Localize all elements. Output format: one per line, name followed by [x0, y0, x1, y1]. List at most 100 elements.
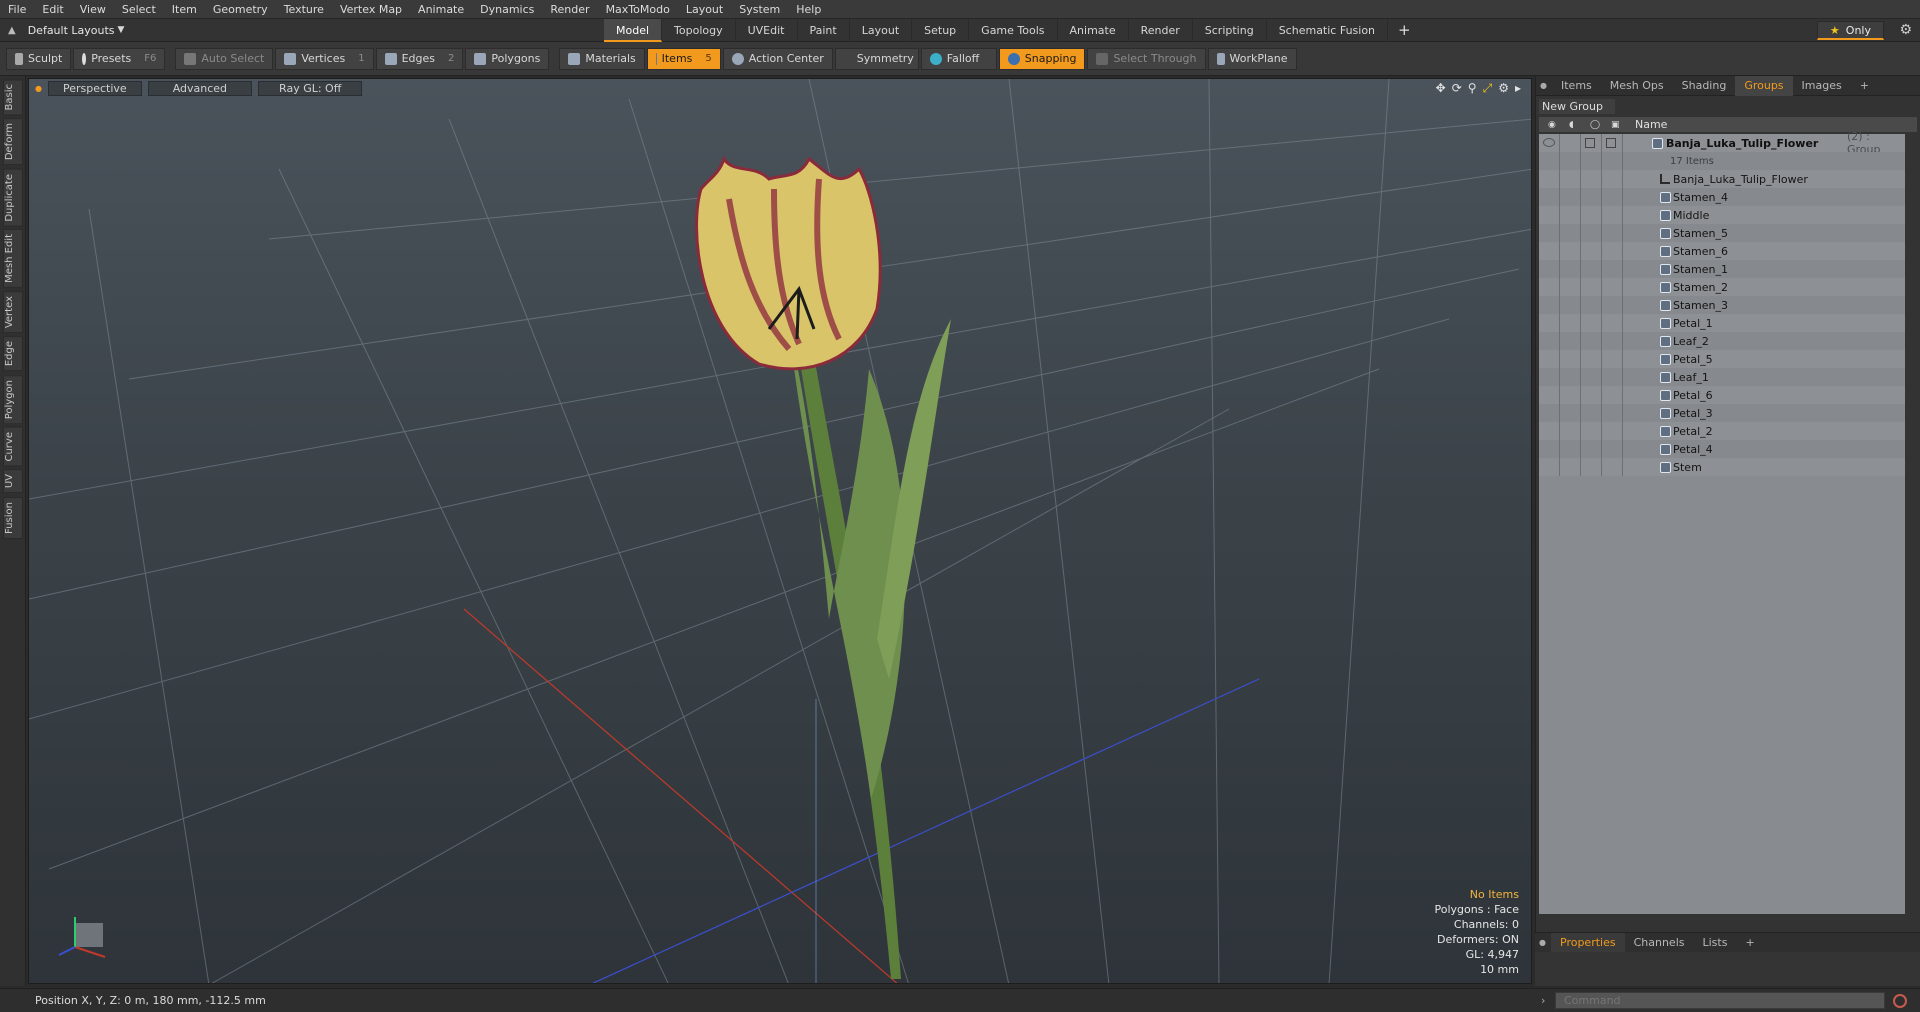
column-cell[interactable] — [1560, 278, 1581, 296]
menu-item-system[interactable]: System — [731, 0, 788, 19]
column-cell[interactable] — [1581, 458, 1602, 476]
column-cell[interactable] — [1539, 332, 1560, 350]
column-cell[interactable] — [1581, 314, 1602, 332]
column-cell[interactable] — [1560, 170, 1581, 188]
column-cell[interactable] — [1539, 170, 1560, 188]
menu-item-geometry[interactable]: Geometry — [205, 0, 276, 19]
list-item[interactable]: Stamen_1 — [1539, 260, 1905, 278]
sculpt-button[interactable]: Sculpt — [6, 47, 72, 70]
items-button[interactable]: Items 5 — [646, 47, 721, 70]
prop-tab-channels[interactable]: Channels — [1625, 933, 1694, 953]
column-cell[interactable] — [1560, 314, 1581, 332]
column-cell[interactable] — [1581, 206, 1602, 224]
column-cell[interactable] — [1602, 314, 1623, 332]
list-item[interactable]: Stamen_4 — [1539, 188, 1905, 206]
edges-button[interactable]: Edges 2 — [375, 47, 464, 70]
select-toggle[interactable] — [1606, 138, 1616, 148]
left-tab-polygon[interactable]: Polygon — [3, 374, 23, 424]
pan-icon[interactable]: ✥ — [1436, 81, 1446, 96]
column-cell[interactable] — [1539, 458, 1560, 476]
list-item[interactable]: Petal_6 — [1539, 386, 1905, 404]
column-cell[interactable] — [1539, 314, 1560, 332]
column-cell[interactable] — [1560, 242, 1581, 260]
left-tab-fusion[interactable]: Fusion — [3, 496, 23, 539]
visibility-eye-icon[interactable] — [1543, 138, 1555, 147]
column-cell[interactable] — [1539, 422, 1560, 440]
column-cell[interactable] — [1539, 152, 1560, 170]
column-cell[interactable] — [1602, 242, 1623, 260]
column-cell[interactable] — [1602, 350, 1623, 368]
column-cell[interactable] — [1560, 188, 1581, 206]
column-cell[interactable] — [1539, 260, 1560, 278]
viewport-menu-icon[interactable]: ● — [35, 84, 42, 93]
list-item[interactable]: Stamen_6 — [1539, 242, 1905, 260]
list-item[interactable]: Middle — [1539, 206, 1905, 224]
raygl-button[interactable]: Ray GL: Off — [258, 80, 363, 96]
column-cell[interactable] — [1602, 404, 1623, 422]
presets-button[interactable]: Presets F6 — [73, 47, 166, 70]
column-cell[interactable] — [1560, 368, 1581, 386]
mode-tab-layout[interactable]: Layout — [850, 19, 913, 42]
left-tab-vertex[interactable]: Vertex — [3, 291, 23, 334]
menu-item-edit[interactable]: Edit — [34, 0, 71, 19]
action-center-button[interactable]: Action Center — [722, 47, 833, 70]
menu-item-help[interactable]: Help — [788, 0, 829, 19]
column-cell[interactable] — [1560, 386, 1581, 404]
list-item[interactable]: Petal_2 — [1539, 422, 1905, 440]
auto-select-button[interactable]: Auto Select — [175, 47, 274, 70]
column-cell[interactable] — [1602, 440, 1623, 458]
column-cell[interactable] — [1539, 242, 1560, 260]
select-through-button[interactable]: Select Through — [1087, 47, 1206, 70]
column-cell[interactable] — [1581, 296, 1602, 314]
menu-item-animate[interactable]: Animate — [410, 0, 472, 19]
left-tab-duplicate[interactable]: Duplicate — [3, 168, 23, 227]
mode-tab-paint[interactable]: Paint — [798, 19, 850, 42]
list-item[interactable]: Stem — [1539, 458, 1905, 476]
panel-tab-items[interactable]: Items — [1552, 76, 1601, 96]
gear-icon[interactable]: ⚙ — [1899, 22, 1912, 38]
column-cell[interactable] — [1560, 296, 1581, 314]
column-cell[interactable] — [1581, 170, 1602, 188]
column-cell[interactable] — [1560, 224, 1581, 242]
column-cell[interactable] — [1560, 260, 1581, 278]
left-tab-basic[interactable]: Basic — [3, 79, 23, 116]
column-cell[interactable] — [1560, 350, 1581, 368]
column-cell[interactable] — [1581, 422, 1602, 440]
render-column-icon[interactable]: ◖ — [1569, 120, 1574, 130]
add-prop-tab-icon[interactable]: + — [1736, 933, 1763, 953]
column-cell[interactable] — [1539, 296, 1560, 314]
menu-item-vertex-map[interactable]: Vertex Map — [332, 0, 410, 19]
visibility-column-icon[interactable]: ◉ — [1548, 120, 1556, 130]
workplane-button[interactable]: WorkPlane — [1207, 47, 1297, 70]
column-cell[interactable] — [1602, 386, 1623, 404]
symmetry-button[interactable]: Symmetry — [834, 47, 919, 70]
column-cell[interactable] — [1560, 152, 1581, 170]
mode-tab-model[interactable]: Model — [604, 19, 663, 42]
column-cell[interactable] — [1602, 206, 1623, 224]
shading-mode-button[interactable]: Advanced — [147, 80, 253, 96]
column-cell[interactable] — [1539, 386, 1560, 404]
record-icon[interactable] — [1893, 993, 1907, 1008]
group-row[interactable]: Banja_Luka_Tulip_Flower (2) : Group — [1539, 130, 1905, 156]
mode-tab-scripting[interactable]: Scripting — [1193, 19, 1267, 42]
collapse-icon[interactable]: ▲ — [8, 25, 16, 36]
mode-tab-animate[interactable]: Animate — [1058, 19, 1129, 42]
mode-tab-topology[interactable]: Topology — [662, 19, 736, 42]
only-button[interactable]: ★ Only — [1816, 21, 1884, 40]
column-cell[interactable] — [1560, 422, 1581, 440]
panel-menu-icon[interactable]: ● — [1540, 81, 1547, 90]
3d-viewport[interactable]: ● Perspective Advanced Ray GL: Off ✥ ⟳ ⚲… — [28, 78, 1532, 984]
list-item[interactable]: Banja_Luka_Tulip_Flower — [1539, 170, 1905, 188]
name-column-header[interactable]: Name — [1635, 118, 1667, 131]
left-tab-mesh-edit[interactable]: Mesh Edit — [3, 229, 23, 289]
panel-tab-shading[interactable]: Shading — [1673, 76, 1736, 96]
column-cell[interactable] — [1602, 458, 1623, 476]
left-tab-edge[interactable]: Edge — [3, 336, 23, 372]
polygons-button[interactable]: Polygons — [465, 47, 550, 70]
mode-tab-uvedit[interactable]: UVEdit — [736, 19, 798, 42]
menu-item-select[interactable]: Select — [114, 0, 164, 19]
column-cell[interactable] — [1539, 404, 1560, 422]
column-cell[interactable] — [1539, 278, 1560, 296]
prop-tab-properties[interactable]: Properties — [1551, 932, 1625, 953]
add-panel-tab-icon[interactable]: + — [1851, 76, 1878, 96]
